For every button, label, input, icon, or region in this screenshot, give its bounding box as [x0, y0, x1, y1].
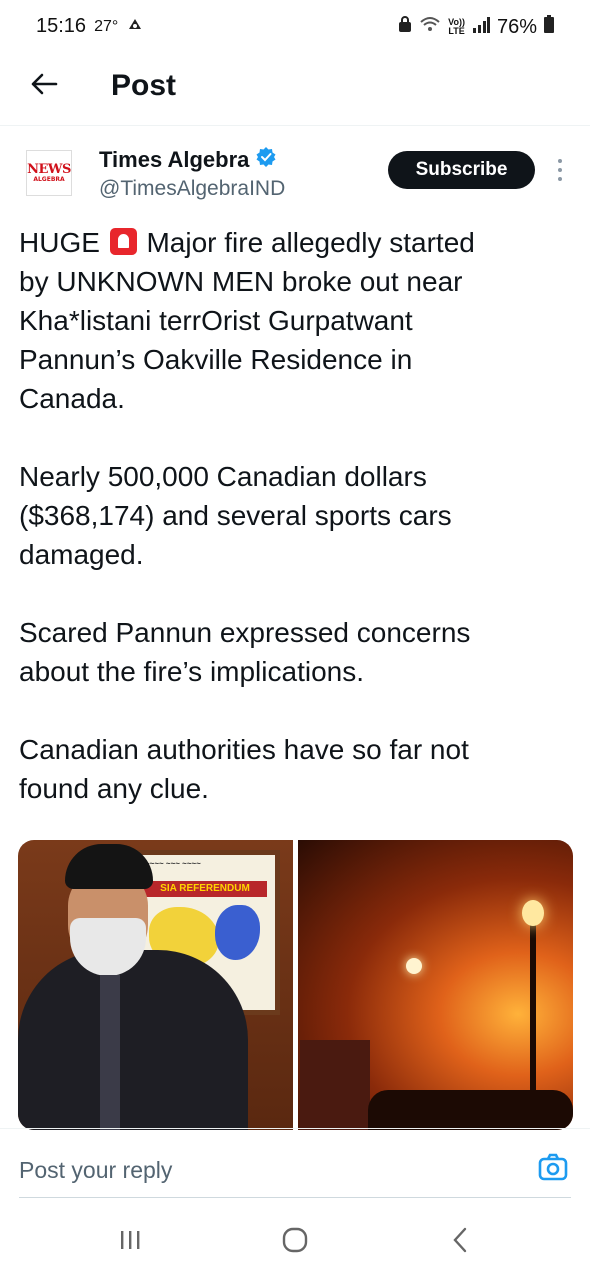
media-image-fire[interactable]	[298, 840, 573, 1130]
recents-button[interactable]	[110, 1222, 150, 1262]
reply-underline	[19, 1197, 571, 1198]
camera-icon	[538, 1153, 568, 1186]
home-button[interactable]	[275, 1222, 315, 1262]
siren-emoji-icon	[109, 228, 137, 255]
back-button[interactable]	[26, 68, 62, 104]
subscribe-button[interactable]: Subscribe	[388, 151, 535, 189]
post-text: HUGE Major fire allegedly started by UNK…	[19, 223, 579, 847]
post-paragraph: Nearly 500,000 Canadian dollars ($368,17…	[19, 461, 452, 570]
avatar-text-bottom: ALGEBRA	[33, 175, 65, 183]
avatar-text-top: NEWS	[27, 161, 71, 177]
post-paragraph: HUGE Major fire allegedly started by UNK…	[19, 227, 475, 414]
chevron-left-icon	[450, 1226, 470, 1259]
home-icon	[281, 1226, 309, 1259]
status-bar-left: 15:16 27°	[36, 15, 144, 38]
volte-indicator: Vo)) LTE	[448, 17, 465, 36]
board-banner: SIA REFERENDUM	[143, 881, 267, 897]
media-image-speaker[interactable]: ~~~~ ~~~ ~~~~ SIA REFERENDUM	[18, 840, 293, 1130]
page-title: Post	[111, 69, 177, 102]
author-avatar[interactable]: NEWS ALGEBRA	[26, 150, 72, 196]
camera-button[interactable]	[536, 1153, 570, 1185]
person-figure	[18, 950, 248, 1130]
signal-icon	[472, 16, 490, 39]
battery-percent: 76%	[496, 15, 537, 38]
wifi-icon	[419, 15, 441, 39]
system-navigation-bar	[0, 1200, 590, 1280]
post-media: ~~~~ ~~~ ~~~~ SIA REFERENDUM	[18, 840, 573, 1130]
status-time: 15:16	[36, 15, 87, 37]
reply-bar: Post your reply	[0, 1128, 590, 1198]
author-name[interactable]: Times Algebra	[99, 146, 277, 174]
arrow-left-icon	[30, 72, 58, 101]
cloud-app-icon	[126, 15, 144, 38]
status-bar: 15:16 27° Vo)) LTE 76%	[0, 0, 590, 52]
author-name-text: Times Algebra	[99, 147, 250, 172]
author-handle[interactable]: @TimesAlgebraIND	[99, 177, 285, 201]
fire-truck-shape	[300, 1040, 370, 1130]
reply-input[interactable]: Post your reply	[19, 1157, 172, 1184]
top-app-bar: Post	[0, 52, 590, 126]
nav-back-button[interactable]	[440, 1222, 480, 1262]
more-options-button[interactable]	[552, 156, 568, 184]
post-paragraph: Canadian authorities have so far not fou…	[19, 734, 469, 804]
status-bar-right: Vo)) LTE 76%	[398, 15, 554, 39]
post-paragraph: Scared Pannun expressed concerns about t…	[19, 617, 471, 687]
lock-icon	[398, 15, 412, 39]
more-vertical-icon	[558, 158, 562, 163]
status-temperature: 27°	[94, 17, 119, 35]
recents-icon	[118, 1229, 142, 1256]
battery-icon	[544, 15, 554, 39]
verified-badge-icon	[255, 146, 277, 174]
